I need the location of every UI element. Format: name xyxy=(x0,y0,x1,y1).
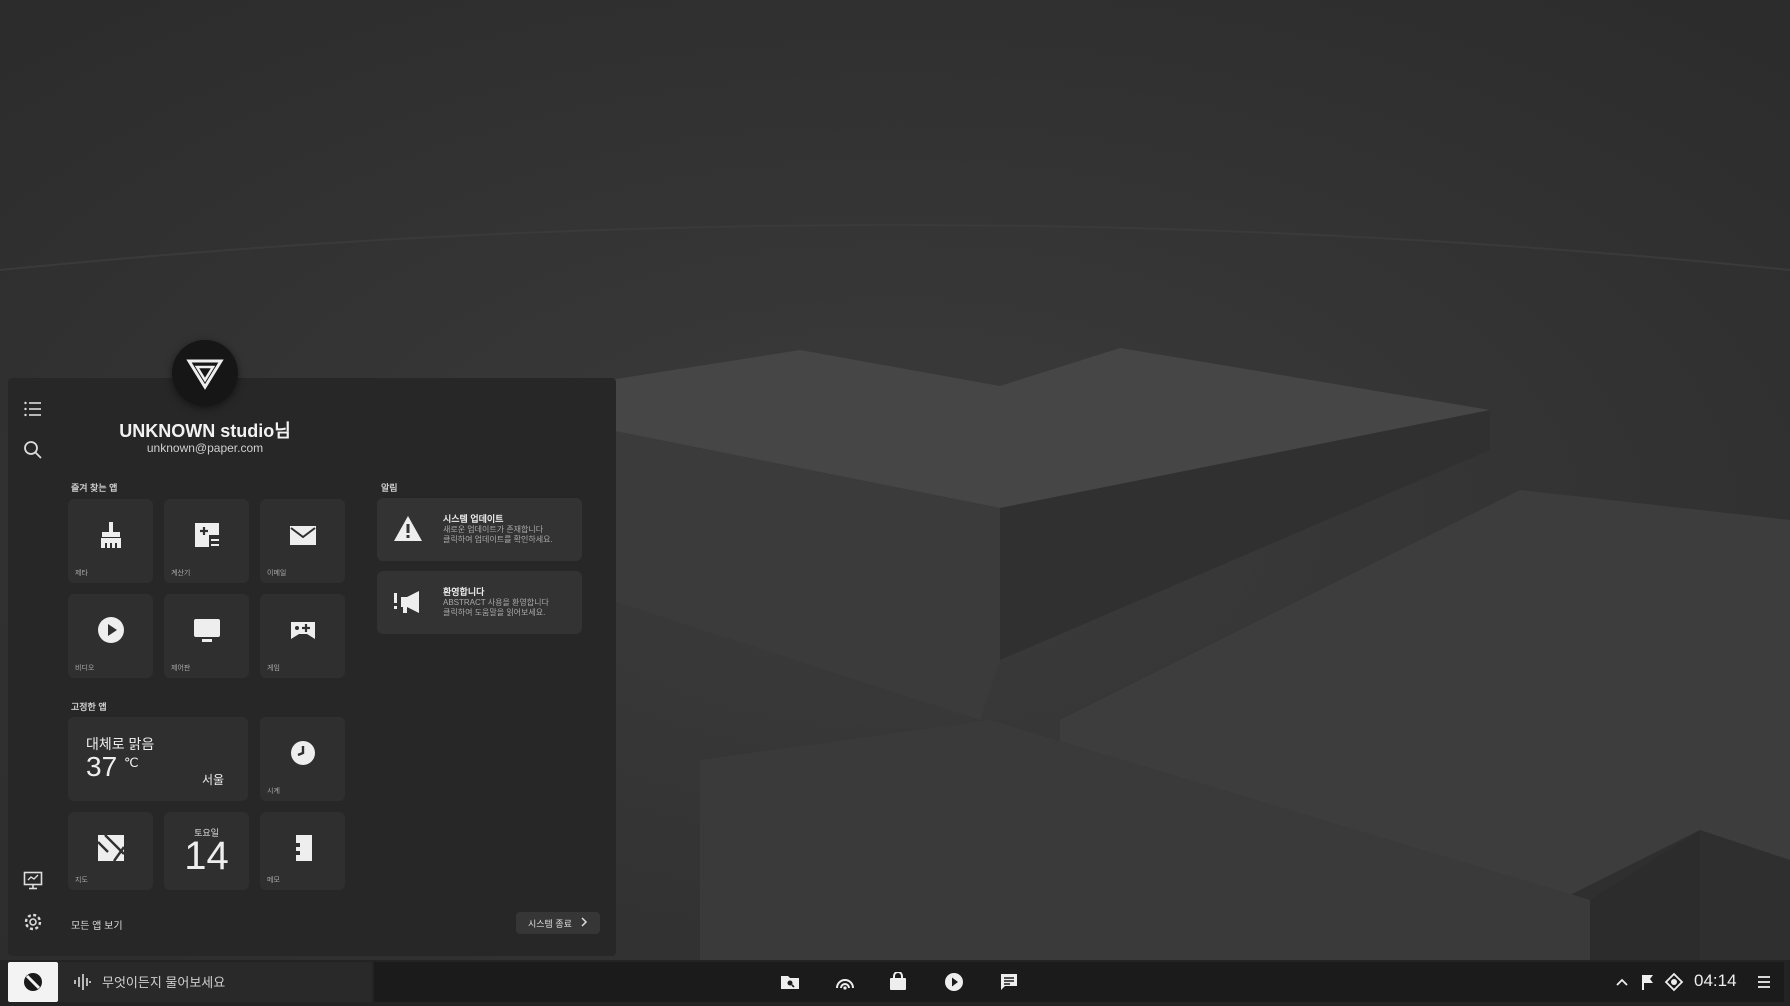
browser-icon xyxy=(836,979,854,990)
weather-widget[interactable]: 대체로 맑음 37 ℃ 서울 xyxy=(68,717,248,801)
store-icon xyxy=(890,972,906,990)
weather-temperature: 37 xyxy=(86,751,118,782)
taskbar-clock[interactable]: 04:14 xyxy=(1694,971,1737,991)
shutdown-button[interactable]: 시스템 종료 xyxy=(516,912,600,934)
notification-body-line: 클릭하여 업데이트를 확인하세요. xyxy=(443,535,553,544)
clock-icon xyxy=(290,741,315,765)
app-tile-label: 이메일 xyxy=(267,570,287,577)
notification-body-line: 클릭하여 도움말을 읽어보세요. xyxy=(443,608,546,617)
search-input[interactable] xyxy=(102,974,332,990)
chevron-up-icon xyxy=(1616,978,1628,986)
monitor-icon xyxy=(193,619,220,642)
megaphone-icon xyxy=(394,591,419,613)
app-tile-map[interactable]: 지도 xyxy=(68,812,153,890)
display-icon xyxy=(23,871,43,890)
calendar-date: 14 xyxy=(184,834,229,878)
play-icon xyxy=(97,617,124,643)
shutdown-label: 시스템 종료 xyxy=(528,918,572,929)
all-apps-link[interactable]: 모든 앱 보기 xyxy=(71,917,123,932)
start-button[interactable] xyxy=(8,962,58,1002)
map-icon xyxy=(96,834,125,862)
taskbar-media[interactable] xyxy=(942,970,966,994)
tray-network[interactable] xyxy=(1662,970,1686,994)
calendar-widget[interactable]: 토요일 14 xyxy=(164,812,249,890)
settings-button[interactable] xyxy=(18,907,48,937)
notification-body: 새로운 업데이트가 존재합니다 클릭하여 업데이트를 확인하세요. xyxy=(443,525,573,545)
app-tile-game[interactable]: 게임 xyxy=(260,594,345,678)
start-logo-icon xyxy=(24,973,42,991)
app-tile-label: 비디오 xyxy=(75,665,95,672)
display-settings-button[interactable] xyxy=(18,865,48,895)
start-menu-rail xyxy=(8,378,58,956)
notification-body-line: ABSTRACT 사용을 환영합니다 xyxy=(443,598,549,607)
app-tile-calculator[interactable]: 계산기 xyxy=(164,499,249,583)
weather-city: 서울 xyxy=(202,773,225,787)
notification-title: 환영합니다 xyxy=(443,587,485,597)
voice-icon xyxy=(74,974,91,990)
flag-icon xyxy=(1642,975,1653,990)
favorites-heading: 즐겨 찾는 앱 xyxy=(71,483,118,493)
app-tile-label: 제타 xyxy=(75,570,88,577)
taskbar-folder[interactable] xyxy=(778,970,802,994)
notification-body: ABSTRACT 사용을 환영합니다 클릭하여 도움말을 읽어보세요. xyxy=(443,598,573,618)
app-tile-label: 지도 xyxy=(75,877,88,884)
tray-expand[interactable] xyxy=(1610,970,1634,994)
app-tile-label: 시계 xyxy=(267,788,280,795)
notifications-heading: 알림 xyxy=(381,483,398,493)
taskbar-search[interactable] xyxy=(58,962,372,1002)
app-tile-label: 게임 xyxy=(267,665,280,672)
app-tile-label: 계산기 xyxy=(171,570,191,577)
user-email: unknown@paper.com xyxy=(146,441,264,455)
notes-icon xyxy=(295,835,312,861)
chevron-right-icon xyxy=(581,917,588,927)
network-icon xyxy=(1664,972,1684,992)
user-name: UNKNOWN studio님 xyxy=(119,421,291,441)
game-icon xyxy=(290,622,315,639)
cleanup-icon xyxy=(100,522,121,548)
notification-title: 시스템 업데이트 xyxy=(443,514,504,524)
chat-icon xyxy=(1001,974,1017,990)
taskbar-chat[interactable] xyxy=(997,970,1021,994)
app-tile-mail[interactable]: 이메일 xyxy=(260,499,345,583)
search-button[interactable] xyxy=(18,435,48,465)
app-tile-clock[interactable]: 시계 xyxy=(260,717,345,801)
taskbar-apps xyxy=(374,962,1784,1002)
notification-body-line: 새로운 업데이트가 존재합니다 xyxy=(443,525,544,534)
app-tile-label: 제어판 xyxy=(171,665,191,672)
tray-menu[interactable] xyxy=(1752,970,1776,994)
warning-icon xyxy=(394,516,422,541)
user-avatar[interactable] xyxy=(172,340,238,406)
gear-icon xyxy=(24,913,42,931)
list-view-button[interactable] xyxy=(18,394,48,424)
menu-icon xyxy=(1758,976,1770,988)
taskbar-browser[interactable] xyxy=(833,970,857,994)
notification-welcome[interactable]: 환영합니다 ABSTRACT 사용을 환영합니다 클릭하여 도움말을 읽어보세요… xyxy=(377,571,582,634)
logo-icon xyxy=(186,359,224,390)
list-icon xyxy=(24,401,41,417)
pinned-heading: 고정한 앱 xyxy=(71,702,107,712)
weather-unit: ℃ xyxy=(124,755,139,770)
app-tile-cleanup[interactable]: 제타 xyxy=(68,499,153,583)
calculator-icon xyxy=(194,523,219,547)
media-icon xyxy=(945,973,963,991)
taskbar-store[interactable] xyxy=(886,970,910,994)
notification-system-update[interactable]: 시스템 업데이트 새로운 업데이트가 존재합니다 클릭하여 업데이트를 확인하세… xyxy=(377,498,582,561)
tray-flag[interactable] xyxy=(1636,970,1660,994)
app-tile-notes[interactable]: 메모 xyxy=(260,812,345,890)
mail-icon xyxy=(289,526,316,545)
folder-icon xyxy=(781,976,799,989)
app-tile-label: 메모 xyxy=(267,877,280,884)
search-icon xyxy=(24,441,42,459)
app-tile-control-panel[interactable]: 제어판 xyxy=(164,594,249,678)
taskbar xyxy=(0,960,1790,1006)
app-tile-video[interactable]: 비디오 xyxy=(68,594,153,678)
